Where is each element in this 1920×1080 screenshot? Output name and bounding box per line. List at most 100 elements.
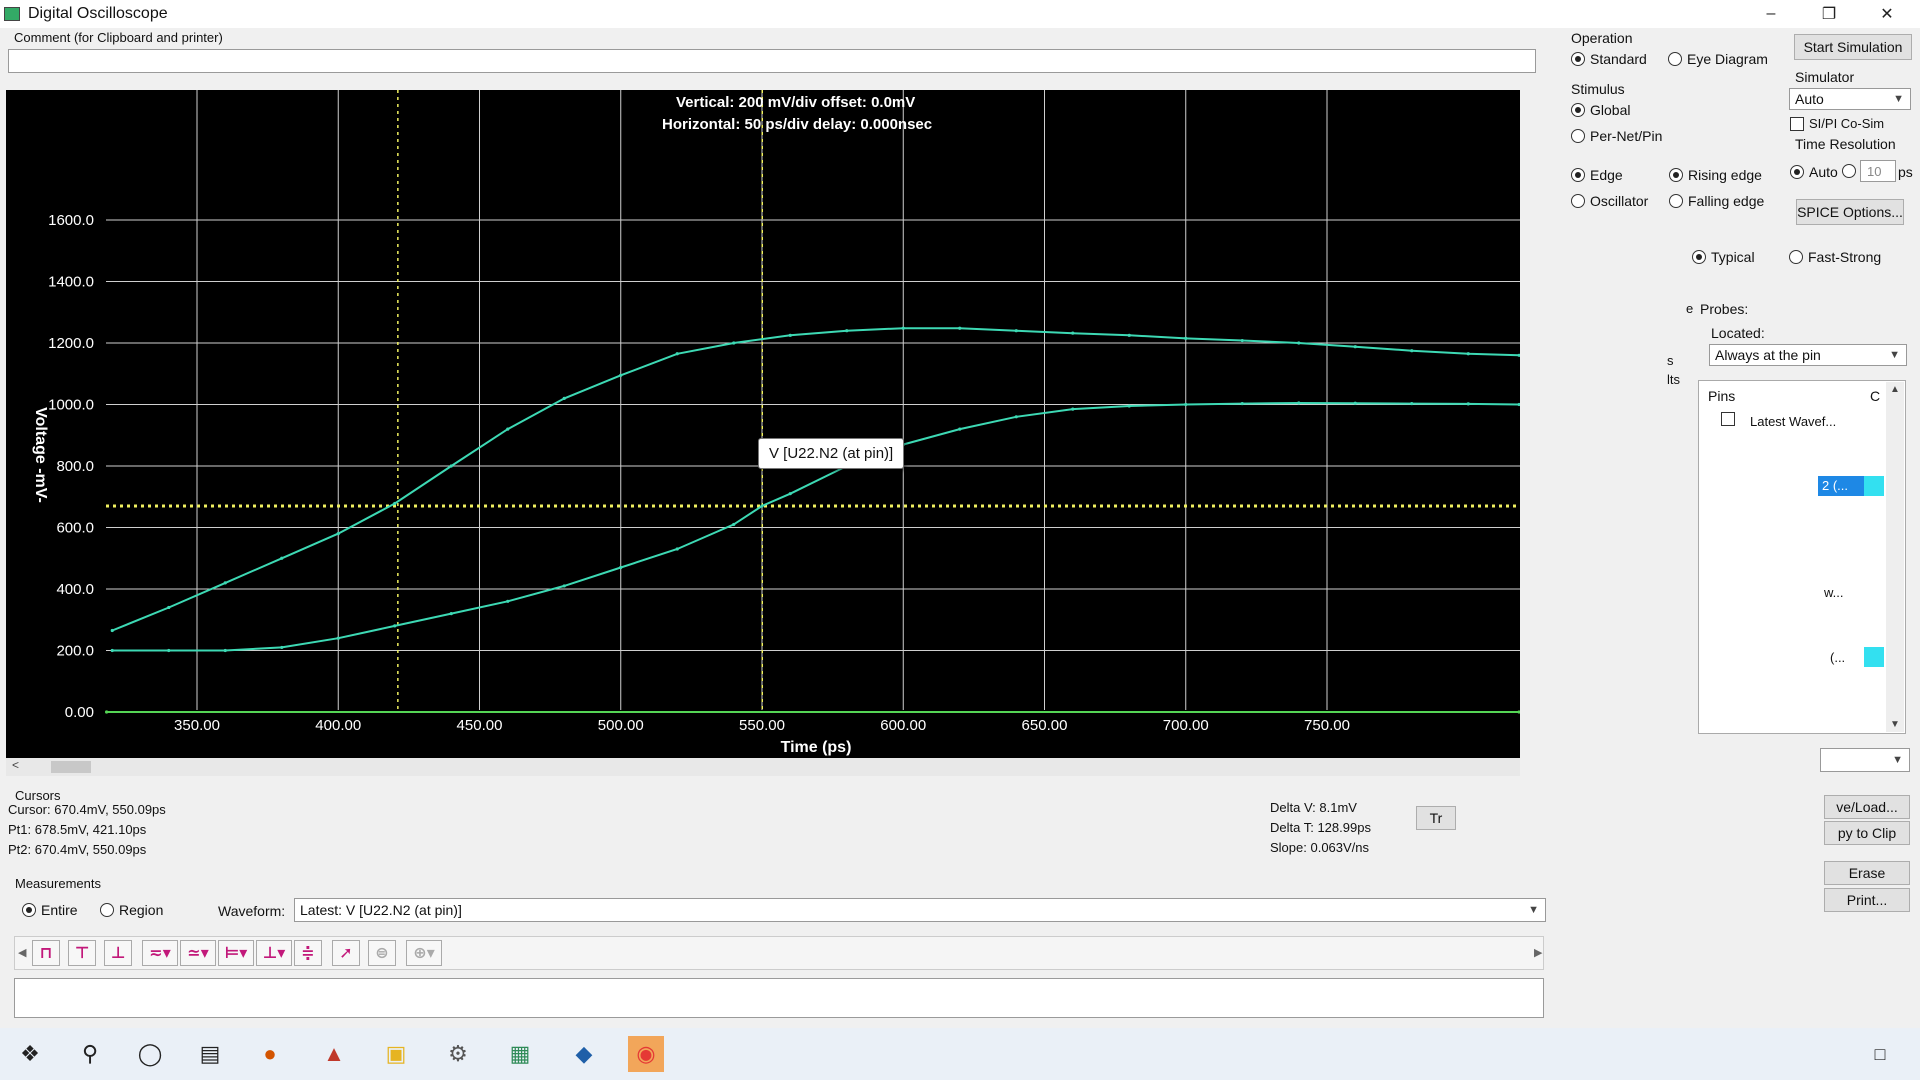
partial-select[interactable]: ▼	[1820, 748, 1910, 772]
scroll-down-icon[interactable]: ▼	[1890, 719, 1900, 730]
toolbar-left-arrow-icon[interactable]: ◀	[18, 946, 26, 959]
app-icon[interactable]: ▦	[502, 1036, 538, 1072]
waveform-point	[619, 565, 623, 570]
scroll-up-icon[interactable]: ▲	[1890, 384, 1900, 395]
copy-to-clip-button[interactable]: py to Clip	[1824, 821, 1910, 845]
waveform-point	[619, 373, 623, 377]
time-resolution-input[interactable]: 10	[1860, 160, 1896, 182]
pin-item-3[interactable]: w...	[1824, 585, 1844, 600]
notifications-icon[interactable]: □	[1862, 1036, 1898, 1072]
pins-scrollbar[interactable]: ▲ ▼	[1886, 382, 1904, 732]
fast-strong-radio[interactable]: Fast-Strong	[1789, 249, 1881, 265]
radio-dot-icon	[1692, 250, 1706, 264]
file-explorer-icon[interactable]: ▣	[378, 1036, 414, 1072]
app-icon[interactable]: ●	[252, 1036, 288, 1072]
oscilloscope-plot[interactable]: 350.00 400.00 450.00 500.00 550.00 600.00 650.…	[6, 90, 1520, 758]
waveform-point	[1517, 710, 1520, 714]
rising-edge-radio[interactable]: Rising edge	[1669, 167, 1762, 183]
waveform-point	[110, 648, 114, 653]
cortana-icon[interactable]: ◯	[132, 1036, 168, 1072]
pt2-readout: Pt2: 670.4mV, 550.09ps	[8, 842, 147, 857]
waveform-point	[1071, 331, 1075, 335]
erase-icon[interactable]: ⊜	[368, 940, 396, 966]
search-icon[interactable]: ⚲	[72, 1036, 108, 1072]
si-pi-cosim-checkbox[interactable]: SI/PI Co-Sim	[1790, 116, 1884, 131]
undershoot-icon[interactable]: ≃▾	[180, 940, 216, 966]
waveform-select[interactable]: Latest: V [U22.N2 (at pin)] ▼	[294, 898, 1546, 922]
start-simulation-button[interactable]: Start Simulation	[1794, 34, 1912, 60]
per-net-pin-radio[interactable]: Per-Net/Pin	[1571, 128, 1662, 144]
located-select[interactable]: Always at the pin ▼	[1709, 344, 1907, 366]
app-icon	[4, 7, 20, 21]
global-radio[interactable]: Global	[1571, 102, 1630, 118]
waveform-point	[1353, 401, 1357, 405]
cursor-rise-icon[interactable]: ⊓	[32, 940, 60, 966]
scroll-left-icon[interactable]: <	[12, 758, 19, 772]
restore-icon[interactable]: ❐	[1800, 0, 1858, 28]
waveform-point	[1071, 407, 1075, 411]
slope-icon[interactable]: ≑	[294, 940, 322, 966]
eye-diagram-radio[interactable]: Eye Diagram	[1668, 51, 1768, 67]
overshoot-icon[interactable]: ≂▾	[142, 940, 178, 966]
manual-resolution-radio[interactable]	[1842, 164, 1861, 178]
windows-start-icon[interactable]: ❖	[12, 1036, 48, 1072]
pins-header-c: C	[1870, 388, 1881, 404]
spice-options-button[interactable]: SPICE Options...	[1796, 199, 1904, 225]
task-view-icon[interactable]: ▤	[192, 1036, 228, 1072]
simulator-select[interactable]: Auto ▼	[1789, 88, 1911, 110]
pin-item-4[interactable]: (...	[1830, 650, 1845, 665]
falling-edge-radio[interactable]: Falling edge	[1669, 193, 1764, 209]
waveform-point	[958, 326, 962, 330]
checkbox-icon	[1790, 116, 1804, 131]
y-tick-label: 1600.0	[48, 212, 94, 229]
waveform-point	[223, 648, 227, 653]
pin-item-1[interactable]: Latest Wavef...	[1750, 414, 1836, 429]
waveform-point	[1127, 333, 1131, 337]
cursor-fall-icon[interactable]: ⊤	[68, 940, 96, 966]
save-load-button[interactable]: ve/Load...	[1824, 795, 1910, 819]
waveform-point	[1353, 345, 1357, 349]
width-icon[interactable]: ⊥▾	[256, 940, 292, 966]
entire-label: Entire	[41, 902, 78, 918]
waveform-select-value: Latest: V [U22.N2 (at pin)]	[300, 902, 462, 918]
print-button[interactable]: Print...	[1824, 888, 1910, 912]
app-icon[interactable]: ◆	[566, 1036, 602, 1072]
partial-label-lts: lts	[1667, 372, 1680, 387]
x-tick-label: 650.00	[1022, 717, 1068, 734]
oscillator-radio[interactable]: Oscillator	[1571, 193, 1648, 209]
x-tick-label: 350.00	[174, 717, 220, 734]
app-icon[interactable]: ▲	[316, 1036, 352, 1072]
close-icon[interactable]: ✕	[1858, 0, 1916, 28]
checkbox-icon[interactable]	[1721, 412, 1735, 426]
radio-dot-icon	[1789, 250, 1803, 264]
standard-radio[interactable]: Standard	[1571, 51, 1647, 67]
app-icon[interactable]: ⚙	[440, 1036, 476, 1072]
pins-list[interactable]	[1698, 380, 1906, 734]
entire-radio[interactable]: Entire	[22, 902, 78, 918]
erase-button[interactable]: Erase	[1824, 861, 1910, 885]
cursor-level-icon[interactable]: ⊥	[104, 940, 132, 966]
waveform-point	[167, 648, 171, 653]
y-tick-label: 600.0	[56, 520, 94, 537]
comment-input[interactable]	[8, 49, 1536, 73]
toolbar-right-arrow-icon[interactable]: ▶	[1534, 946, 1542, 959]
cursors-title: Cursors	[15, 788, 61, 803]
edge-radio[interactable]: Edge	[1571, 167, 1623, 183]
radio-dot-icon	[1571, 129, 1585, 143]
delay-icon[interactable]: ⊨▾	[218, 940, 254, 966]
minimize-icon[interactable]: –	[1742, 0, 1800, 28]
auto-radio[interactable]: Auto	[1790, 164, 1838, 180]
zoom-icon[interactable]: ⊕▾	[406, 940, 442, 966]
simulator-select-value: Auto	[1795, 91, 1824, 107]
chrome-icon[interactable]: ◉	[628, 1036, 664, 1072]
standard-label: Standard	[1590, 51, 1647, 67]
waveform-point	[732, 522, 736, 527]
y-tick-label: 0.00	[65, 704, 94, 721]
region-radio[interactable]: Region	[100, 902, 163, 918]
partial-button[interactable]: Tr	[1416, 806, 1456, 830]
scroll-thumb[interactable]	[51, 761, 91, 773]
pointer-icon[interactable]: ➚	[332, 940, 360, 966]
horizontal-scrollbar[interactable]: <	[6, 758, 1520, 776]
typical-radio[interactable]: Typical	[1692, 249, 1755, 265]
scope-chart[interactable]: 350.00 400.00 450.00 500.00 550.00 600.00 650.…	[6, 90, 1520, 758]
